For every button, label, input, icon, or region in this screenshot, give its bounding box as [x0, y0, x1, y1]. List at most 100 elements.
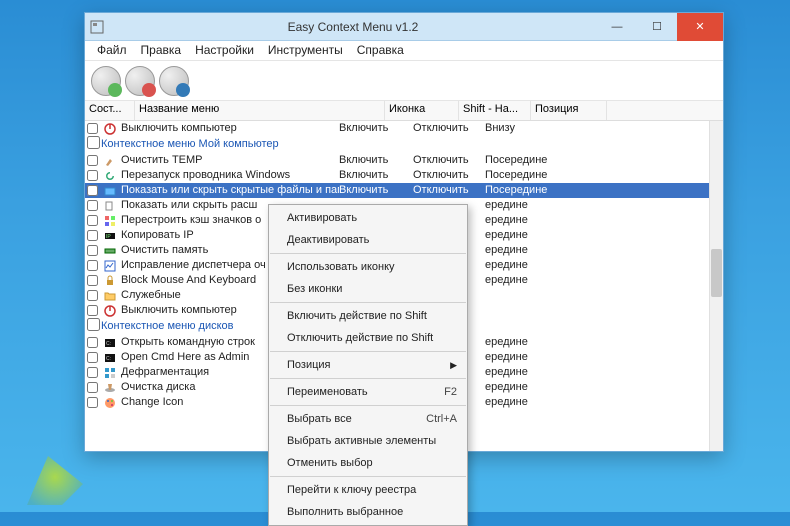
row-checkbox[interactable]: [87, 170, 98, 181]
ctx-deactivate[interactable]: Деактивировать: [269, 229, 467, 251]
row-pos-val: ередине: [485, 395, 561, 410]
group-label: Контекстное меню Мой компьютер: [101, 137, 279, 152]
ctx-activate[interactable]: Активировать: [269, 207, 467, 229]
row-shift-val: Отключить: [413, 121, 485, 136]
apply-remove-button[interactable]: [125, 66, 155, 96]
separator: [270, 476, 466, 477]
apply-add-button[interactable]: [91, 66, 121, 96]
power-off-icon: [102, 122, 118, 135]
menu-edit[interactable]: Правка: [135, 43, 188, 58]
row-checkbox[interactable]: [87, 200, 98, 211]
row-shift-val: Отключить: [413, 168, 485, 183]
ctx-reg-key[interactable]: Перейти к ключу реестра: [269, 479, 467, 501]
row-icon-val: Включить: [339, 153, 413, 168]
row-pos-val: ередине: [485, 198, 561, 213]
table-row[interactable]: Выключить компьютер Включить Отключить В…: [85, 121, 709, 136]
ctx-rename[interactable]: Переименовать F2: [269, 381, 467, 403]
power-off-icon: [102, 304, 118, 317]
row-checkbox[interactable]: [87, 123, 98, 134]
row-checkbox[interactable]: [87, 305, 98, 316]
row-checkbox[interactable]: [87, 245, 98, 256]
ctx-no-icon[interactable]: Без иконки: [269, 278, 467, 300]
row-checkbox[interactable]: [87, 397, 98, 408]
ctx-shift-on[interactable]: Включить действие по Shift: [269, 305, 467, 327]
scrollbar-thumb[interactable]: [711, 249, 722, 297]
file-ext-icon: [102, 199, 118, 212]
ctx-select-all[interactable]: Выбрать все Ctrl+A: [269, 408, 467, 430]
ctx-label: Активировать: [287, 212, 357, 224]
row-pos-val: ередине: [485, 350, 561, 365]
row-icon-val: Включить: [339, 183, 413, 198]
minimize-button[interactable]: —: [597, 13, 637, 41]
maximize-button[interactable]: ☐: [637, 13, 677, 41]
ctx-label: Выбрать все: [287, 413, 352, 425]
ctx-label: Использовать иконку: [287, 261, 395, 273]
ctx-label: Перейти к ключу реестра: [287, 484, 416, 496]
menu-tools[interactable]: Инструменты: [262, 43, 349, 58]
svg-text:C:: C:: [106, 341, 111, 347]
col-state[interactable]: Сост...: [85, 101, 135, 120]
ctx-label: Выбрать активные элементы: [287, 435, 436, 447]
wallpaper-leaf: [20, 442, 90, 512]
row-shift-val: Отключить: [413, 183, 485, 198]
row-pos-val: ередине: [485, 228, 561, 243]
about-button[interactable]: [159, 66, 189, 96]
ctx-select-active[interactable]: Выбрать активные элементы: [269, 430, 467, 452]
ip-icon: IP: [102, 229, 118, 242]
group-my-computer[interactable]: Контекстное меню Мой компьютер: [85, 136, 709, 153]
col-icon[interactable]: Иконка: [385, 101, 459, 120]
shortcut: Ctrl+A: [426, 413, 457, 425]
row-checkbox[interactable]: [87, 382, 98, 393]
table-row[interactable]: Очистить TEMP Включить Отключить Посеред…: [85, 153, 709, 168]
row-checkbox[interactable]: [87, 290, 98, 301]
column-headers: Сост... Название меню Иконка Shift - На.…: [85, 101, 723, 121]
separator: [270, 378, 466, 379]
defrag-icon: [102, 366, 118, 379]
ctx-shift-off[interactable]: Отключить действие по Shift: [269, 327, 467, 349]
table-row-selected[interactable]: Показать или скрыть скрытые файлы и папк…: [85, 183, 709, 198]
row-checkbox[interactable]: [87, 230, 98, 241]
row-checkbox[interactable]: [87, 185, 98, 196]
row-label: Показать или скрыть скрытые файлы и папк…: [121, 183, 339, 198]
row-pos-val: ередине: [485, 213, 561, 228]
app-icon: [85, 20, 109, 34]
ctx-label: Переименовать: [287, 386, 368, 398]
row-checkbox[interactable]: [87, 275, 98, 286]
row-pos-val: Посередине: [485, 183, 561, 198]
row-icon-val: Включить: [339, 121, 413, 136]
row-checkbox[interactable]: [87, 155, 98, 166]
folder-icon: [102, 289, 118, 302]
menu-file[interactable]: Файл: [91, 43, 133, 58]
group-checkbox[interactable]: [87, 318, 100, 331]
ctx-run-selected[interactable]: Выполнить выбранное: [269, 501, 467, 523]
row-pos-val: ередине: [485, 365, 561, 380]
col-name[interactable]: Название меню: [135, 101, 385, 120]
vertical-scrollbar[interactable]: [709, 121, 723, 451]
row-pos-val: Посередине: [485, 153, 561, 168]
col-shift[interactable]: Shift - На...: [459, 101, 531, 120]
close-button[interactable]: ✕: [677, 13, 723, 41]
menu-settings[interactable]: Настройки: [189, 43, 260, 58]
row-checkbox[interactable]: [87, 352, 98, 363]
ctx-position[interactable]: Позиция▶: [269, 354, 467, 376]
ctx-label: Отключить действие по Shift: [287, 332, 433, 344]
separator: [270, 405, 466, 406]
col-pos[interactable]: Позиция: [531, 101, 607, 120]
menu-help[interactable]: Справка: [351, 43, 410, 58]
ctx-deselect[interactable]: Отменить выбор: [269, 452, 467, 474]
title-bar[interactable]: Easy Context Menu v1.2 — ☐ ✕: [85, 13, 723, 41]
group-checkbox[interactable]: [87, 136, 100, 149]
ctx-use-icon[interactable]: Использовать иконку: [269, 256, 467, 278]
row-checkbox[interactable]: [87, 367, 98, 378]
row-icon-val: Включить: [339, 168, 413, 183]
row-checkbox[interactable]: [87, 337, 98, 348]
row-pos-val: ередине: [485, 258, 561, 273]
palette-icon: [102, 396, 118, 409]
row-checkbox[interactable]: [87, 215, 98, 226]
table-row[interactable]: Перезапуск проводника Windows Включить О…: [85, 168, 709, 183]
cmd-icon: C:: [102, 336, 118, 349]
row-checkbox[interactable]: [87, 260, 98, 271]
svg-text:IP: IP: [106, 234, 111, 240]
shortcut: F2: [444, 386, 457, 398]
row-pos-val: ередине: [485, 243, 561, 258]
